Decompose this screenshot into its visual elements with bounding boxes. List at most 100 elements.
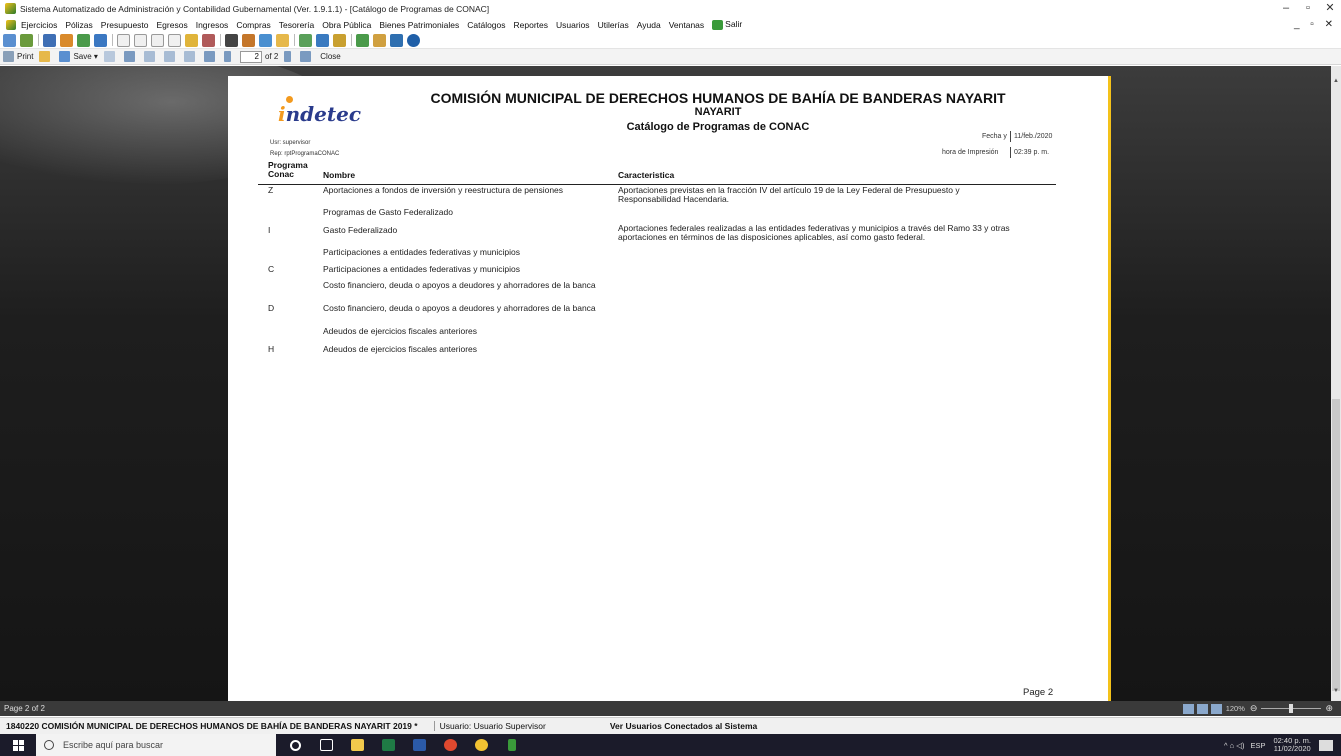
fecha-label: Fecha y (982, 133, 1007, 140)
save-button[interactable]: Save ▾ (59, 51, 98, 62)
certificate-icon[interactable] (333, 33, 346, 47)
cortana-button[interactable] (283, 734, 307, 756)
calculator-icon[interactable] (225, 33, 238, 47)
vertical-scrollbar[interactable]: ▲ ▼ (1331, 66, 1341, 701)
tool-icon[interactable] (202, 33, 215, 47)
page-number-input[interactable]: 2 (239, 50, 262, 63)
zoom-slider[interactable] (1261, 704, 1322, 713)
chat-app-button[interactable] (469, 734, 493, 756)
row-code: D (268, 303, 275, 313)
report-icon-3[interactable] (151, 33, 164, 47)
word-button[interactable] (407, 734, 431, 756)
report-icon-5[interactable] (185, 33, 198, 47)
report-icon-2[interactable] (134, 33, 147, 47)
tray-icons[interactable]: ^ ⌂ ◁) (1224, 741, 1244, 750)
row-desc: Aportaciones federales realizadas a las … (618, 223, 1010, 242)
app-infobar: 1840220 COMISIÓN MUNICIPAL DE DERECHOS H… (0, 717, 1341, 734)
egresos-icon[interactable] (60, 33, 73, 47)
row-code: Z (268, 185, 274, 195)
view-single-icon[interactable] (1182, 703, 1194, 714)
notifications-icon[interactable] (1319, 739, 1333, 751)
menu-salir[interactable]: Salir (712, 19, 742, 30)
chrome-button[interactable] (438, 734, 462, 756)
view-double-icon[interactable] (1196, 703, 1208, 714)
multi-page-button[interactable] (163, 51, 178, 62)
open-button[interactable] (39, 51, 53, 62)
menu-egresos[interactable]: Egresos (157, 20, 188, 30)
page-setup-button[interactable] (183, 51, 198, 62)
grid-icon[interactable] (94, 33, 107, 47)
menu-bienes-patrimoniales[interactable]: Bienes Patrimoniales (379, 20, 459, 30)
minimize-button[interactable]: – (1275, 0, 1297, 17)
close-viewer-button[interactable]: Close (320, 52, 340, 61)
header-nombre: Nombre (323, 170, 356, 180)
search-user-icon[interactable] (373, 33, 386, 47)
menu-ayuda[interactable]: Ayuda (637, 20, 661, 30)
zoom-slider-knob[interactable] (1289, 704, 1294, 713)
first-page-button[interactable] (203, 51, 218, 62)
book-icon[interactable] (390, 33, 403, 47)
menu-reportes[interactable]: Reportes (514, 20, 549, 30)
toolbar-separator (38, 34, 39, 46)
settings-icon[interactable] (299, 33, 312, 47)
report-page: indetec COMISIÓN MUNICIPAL DE DERECHOS H… (228, 76, 1111, 701)
sacg-app-button[interactable] (500, 734, 524, 756)
windows-logo-icon (12, 739, 24, 751)
row-name: Participaciones a entidades federativas … (323, 264, 521, 274)
mdi-window-controls[interactable]: _ ▫ ✕ (1294, 17, 1337, 32)
next-page-button[interactable] (284, 51, 294, 62)
input-language[interactable]: ESP (1250, 741, 1265, 750)
find-button[interactable] (123, 51, 138, 62)
task-view-button[interactable] (314, 734, 338, 756)
fecha-divider (1010, 131, 1011, 142)
menu-catalogos[interactable]: Catálogos (467, 20, 505, 30)
file-explorer-button[interactable] (345, 734, 369, 756)
menu-ejercicios[interactable]: Ejercicios (21, 20, 57, 30)
row-name: Costo financiero, deuda o apoyos a deudo… (323, 280, 596, 290)
document-icon[interactable] (6, 19, 16, 30)
scrollbar-thumb[interactable] (1332, 399, 1340, 691)
logo-wordmark: indetec (278, 102, 361, 126)
print-button[interactable]: Print (3, 51, 33, 62)
connected-users-link[interactable]: Ver Usuarios Conectados al Sistema (610, 721, 757, 731)
single-page-button[interactable] (143, 51, 158, 62)
menu-obra-publica[interactable]: Obra Pública (322, 20, 371, 30)
menu-compras[interactable]: Compras (236, 20, 270, 30)
taskbar-clock[interactable]: 02:40 p. m. 11/02/2020 (1273, 737, 1311, 753)
zoom-in-icon[interactable]: ⊕ (1325, 703, 1333, 714)
tools-icon[interactable] (316, 33, 329, 47)
binoculars-icon (123, 51, 135, 62)
zoom-out-icon[interactable]: ⊖ (1250, 703, 1258, 714)
menu-presupuesto[interactable]: Presupuesto (101, 20, 149, 30)
start-button[interactable] (0, 734, 36, 756)
row-code: C (268, 264, 275, 274)
help-icon[interactable] (407, 33, 420, 47)
menu-usuarios[interactable]: Usuarios (556, 20, 590, 30)
edit-icon[interactable] (242, 33, 255, 47)
prev-page-button[interactable] (223, 51, 234, 62)
box-icon[interactable] (276, 33, 289, 47)
scroll-up-arrow[interactable]: ▲ (1332, 78, 1340, 84)
report-icon-4[interactable] (168, 33, 181, 47)
taskbar-search[interactable]: Escribe aquí para buscar (36, 734, 276, 756)
menu-ventanas[interactable]: Ventanas (669, 20, 704, 30)
report-icon-1[interactable] (117, 33, 130, 47)
excel-button[interactable] (376, 734, 400, 756)
ingresos-icon[interactable] (77, 33, 90, 47)
toolbar-separator (112, 34, 113, 46)
users-icon[interactable] (259, 33, 272, 47)
chart-icon[interactable] (20, 33, 33, 47)
polizas-icon[interactable] (43, 33, 56, 47)
maximize-button[interactable]: ▫ (1297, 0, 1319, 17)
menu-tesoreria[interactable]: Tesorería (279, 20, 314, 30)
last-page-button[interactable] (300, 51, 314, 62)
scroll-down-arrow[interactable]: ▼ (1332, 688, 1340, 694)
refresh-icon[interactable] (3, 33, 16, 47)
close-button[interactable]: ✕ (1319, 0, 1341, 17)
menu-utilerias[interactable]: Utilerías (598, 20, 629, 30)
menu-polizas[interactable]: Pólizas (65, 20, 92, 30)
email-button[interactable] (103, 51, 118, 62)
menu-ingresos[interactable]: Ingresos (196, 20, 229, 30)
view-multi-icon[interactable] (1210, 703, 1222, 714)
tree-icon[interactable] (356, 33, 369, 47)
